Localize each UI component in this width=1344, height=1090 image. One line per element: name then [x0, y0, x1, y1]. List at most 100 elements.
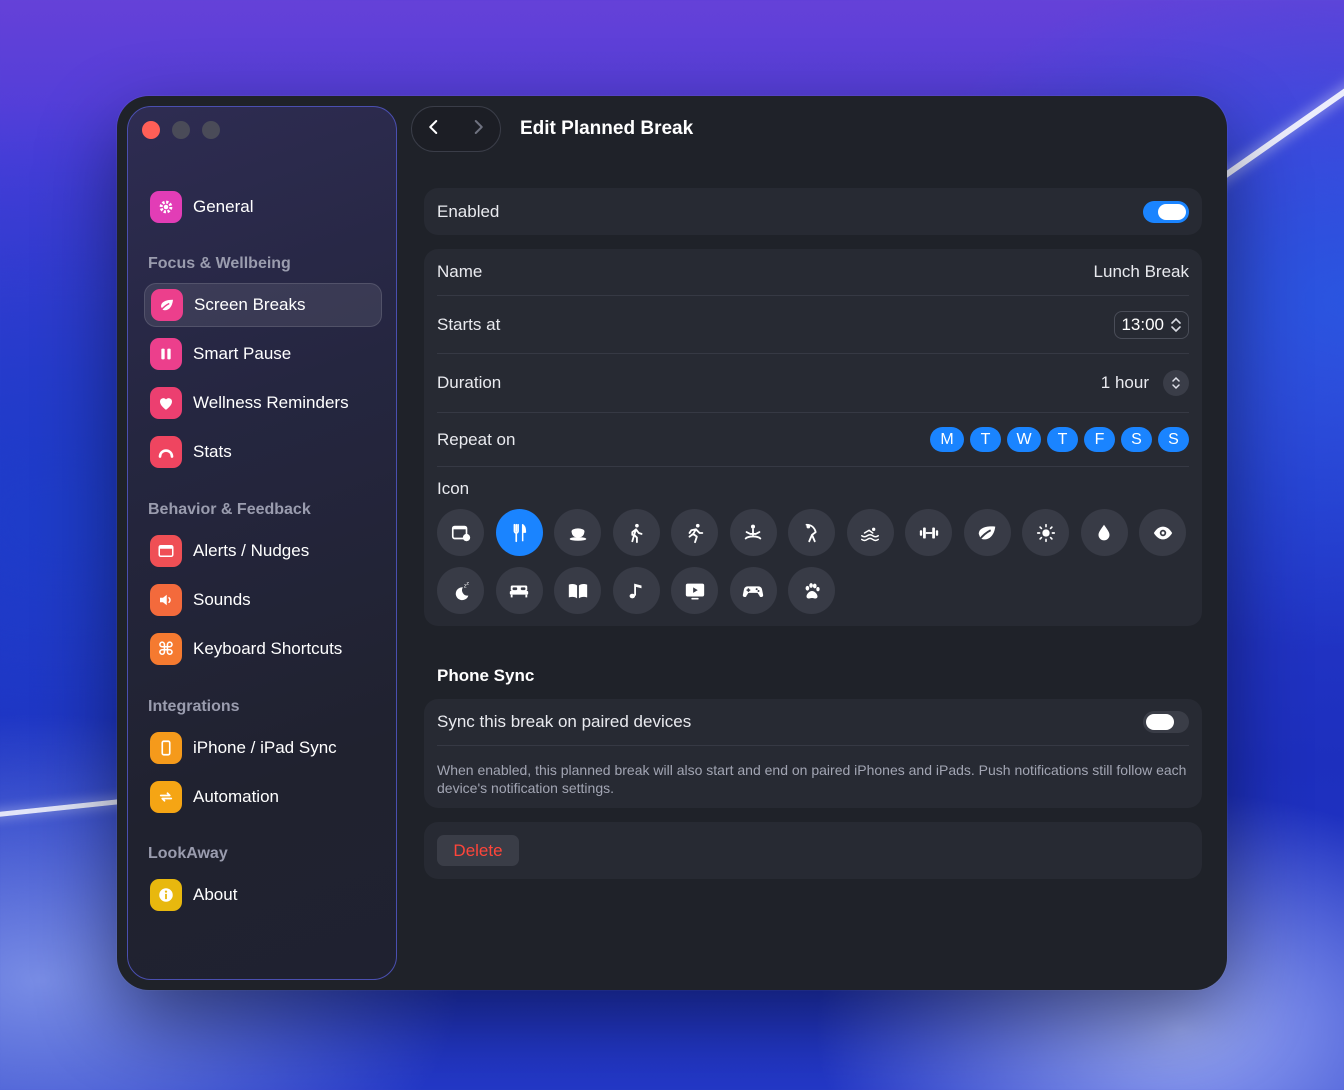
sync-description: When enabled, this planned break will al…: [437, 762, 1187, 796]
sidebar-item-keyboard-shortcuts[interactable]: ⌘ Keyboard Shortcuts: [144, 627, 382, 671]
heart-icon: [150, 387, 182, 419]
sidebar-section-title: Integrations: [148, 698, 240, 715]
name-row: Name Lunch Break: [437, 249, 1189, 295]
starts-at-label: Starts at: [437, 314, 501, 334]
stretch-icon[interactable]: [788, 509, 835, 556]
day-sunday[interactable]: S: [1158, 427, 1189, 452]
moon-zzz-icon[interactable]: zz: [437, 567, 484, 614]
sidebar-item-label: General: [193, 197, 254, 216]
page-title: Edit Planned Break: [520, 118, 694, 139]
delete-card: Delete: [424, 822, 1202, 879]
sidebar-item-sounds[interactable]: Sounds: [144, 578, 382, 622]
drop-icon[interactable]: [1080, 509, 1128, 556]
minimize-window-button[interactable]: [172, 121, 190, 139]
duration-popup[interactable]: 1 hour: [1101, 370, 1189, 396]
sidebar: General Focus & Wellbeing Screen Breaks …: [127, 106, 397, 980]
book-icon[interactable]: [554, 567, 601, 614]
chevron-right-icon[interactable]: [469, 118, 487, 141]
sidebar-section-title: Behavior & Feedback: [148, 501, 311, 518]
sidebar-item-label: Alerts / Nudges: [193, 541, 310, 560]
sidebar-item-about[interactable]: About: [144, 873, 382, 917]
enabled-toggle[interactable]: [1143, 200, 1189, 223]
duration-label: Duration: [437, 373, 502, 392]
dumbbell-icon[interactable]: [905, 509, 952, 556]
enabled-card: Enabled: [424, 188, 1202, 235]
icon-label: Icon: [437, 479, 470, 498]
bed-icon[interactable]: [495, 567, 543, 614]
run-icon[interactable]: [671, 509, 718, 556]
navigation-buttons: [411, 106, 501, 152]
sidebar-item-label: iPhone / iPad Sync: [193, 738, 337, 757]
duration-row: Duration 1 hour: [437, 354, 1189, 412]
duration-value[interactable]: 1 hour: [1101, 373, 1149, 393]
day-tuesday[interactable]: T: [970, 427, 1001, 452]
repeat-icon: [150, 781, 182, 813]
command-icon: ⌘: [150, 633, 182, 665]
sidebar-item-label: Smart Pause: [193, 344, 292, 363]
sidebar-item-stats[interactable]: Stats: [144, 430, 382, 474]
window-controls: [142, 121, 220, 139]
pause-icon: [150, 338, 182, 370]
enabled-label: Enabled: [437, 201, 500, 221]
time-stepper[interactable]: 13:00: [1114, 310, 1189, 339]
sync-toggle[interactable]: [1143, 711, 1189, 733]
phone-sync-title: Phone Sync: [437, 666, 535, 685]
eye-icon[interactable]: [1139, 509, 1186, 556]
sidebar-item-label: Screen Breaks: [194, 295, 306, 314]
sidebar-item-wellness-reminders[interactable]: Wellness Reminders: [144, 381, 382, 425]
sync-row: Sync this break on paired devices: [437, 699, 1189, 745]
walk-icon[interactable]: [612, 509, 660, 556]
sync-label: Sync this break on paired devices: [437, 712, 692, 731]
day-friday[interactable]: F: [1084, 427, 1115, 452]
sidebar-item-label: Wellness Reminders: [193, 393, 349, 412]
name-field[interactable]: Lunch Break: [1094, 262, 1189, 282]
settings-window: General Focus & Wellbeing Screen Breaks …: [117, 96, 1227, 990]
sidebar-item-smart-pause[interactable]: Smart Pause: [144, 332, 382, 376]
sidebar-section-title: Focus & Wellbeing: [148, 255, 291, 272]
leaf-icon[interactable]: [963, 509, 1011, 556]
up-down-arrows-icon[interactable]: [1170, 316, 1182, 334]
chevron-up-down-icon[interactable]: [1163, 370, 1189, 396]
day-wednesday[interactable]: W: [1007, 427, 1041, 452]
svg-text:z: z: [466, 581, 469, 586]
time-value[interactable]: 13:00: [1121, 315, 1164, 335]
day-thursday[interactable]: T: [1047, 427, 1078, 452]
phone-icon: [150, 732, 182, 764]
calendar-clock-icon[interactable]: [437, 509, 484, 556]
sidebar-item-screen-breaks[interactable]: Screen Breaks: [144, 283, 382, 327]
sun-icon[interactable]: [1022, 509, 1069, 556]
cup-icon[interactable]: [554, 509, 601, 556]
close-window-button[interactable]: [142, 121, 160, 139]
leaf-icon: [151, 289, 183, 321]
speaker-icon: [150, 584, 182, 616]
enabled-row: Enabled: [437, 188, 1189, 235]
sidebar-item-iphone-ipad-sync[interactable]: iPhone / iPad Sync: [144, 726, 382, 770]
sidebar-section-title: LookAway: [148, 845, 228, 862]
sidebar-item-label: Sounds: [193, 590, 251, 609]
paw-icon[interactable]: [788, 567, 835, 614]
fork-knife-icon[interactable]: [495, 509, 543, 556]
zoom-window-button[interactable]: [202, 121, 220, 139]
sidebar-item-label: About: [193, 885, 238, 904]
sidebar-item-alerts-nudges[interactable]: Alerts / Nudges: [144, 529, 382, 573]
sidebar-item-automation[interactable]: Automation: [144, 775, 382, 819]
day-saturday[interactable]: S: [1121, 427, 1152, 452]
music-note-icon[interactable]: [612, 567, 660, 614]
starts-at-row: Starts at 13:00: [437, 296, 1189, 353]
alert-window-icon: [150, 535, 182, 567]
sidebar-item-label: Keyboard Shortcuts: [193, 639, 343, 658]
sidebar-item-general[interactable]: General: [144, 185, 382, 229]
repeat-on-row: Repeat on M T W T F S S: [437, 413, 1189, 466]
play-screen-icon[interactable]: [671, 567, 718, 614]
day-monday[interactable]: M: [930, 427, 964, 452]
icon-picker: zz: [437, 509, 1197, 619]
chevron-left-icon[interactable]: [425, 118, 443, 141]
repeat-on-label: Repeat on: [437, 429, 516, 449]
meditate-icon[interactable]: [729, 509, 777, 556]
gamepad-icon[interactable]: [729, 567, 777, 614]
name-label: Name: [437, 262, 483, 281]
phone-sync-card: Sync this break on paired devices When e…: [424, 699, 1202, 808]
sidebar-item-label: Stats: [193, 442, 232, 461]
delete-button[interactable]: Delete: [437, 835, 519, 866]
swim-icon[interactable]: [846, 509, 894, 556]
